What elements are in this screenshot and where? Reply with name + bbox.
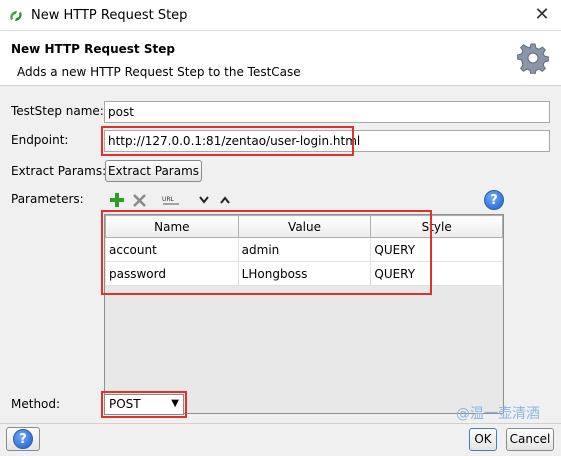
teststep-name-label: TestStep name: [11,104,104,118]
header-title: New HTTP Request Step [11,42,175,56]
close-icon[interactable]: ✕ [533,6,551,24]
move-down-icon[interactable] [195,191,213,209]
add-icon[interactable] [108,191,126,209]
param-name-cell[interactable]: account [105,237,239,262]
chevron-down-icon: ▼ [171,398,179,409]
method-label: Method: [11,397,61,411]
teststep-name-input[interactable]: post [104,101,550,123]
help-button[interactable]: ? [6,427,40,451]
help-icon: ? [13,429,33,449]
footer-divider [0,423,561,424]
dialog-header: New HTTP Request Step Adds a new HTTP Re… [0,31,561,86]
param-value-cell[interactable]: LHongboss [237,261,372,286]
svg-text:URL: URL [162,196,175,203]
parameters-label: Parameters: [11,192,84,206]
method-select[interactable]: POST ▼ [104,394,184,415]
parameters-table: Name Value Style account admin QUERY pas… [104,214,504,414]
method-value: POST [109,397,141,411]
extract-params-label: Extract Params: [11,164,107,178]
ok-button[interactable]: OK [469,428,497,451]
window-title: New HTTP Request Step [31,8,188,23]
param-name-cell[interactable]: password [105,261,239,286]
title-bar: New HTTP Request Step ✕ [0,0,561,31]
extract-params-button[interactable]: Extract Params [105,160,202,182]
move-up-icon[interactable] [216,191,234,209]
remove-icon[interactable] [130,191,148,209]
param-style-cell[interactable]: QUERY [370,237,503,262]
soapui-logo-icon [10,11,22,21]
endpoint-input[interactable]: http://127.0.0.1:81/zentao/user-login.ht… [104,130,550,152]
param-style-cell[interactable]: QUERY [370,261,503,286]
table-row[interactable]: password LHongboss QUERY [105,261,503,286]
url-icon[interactable]: URL [160,191,182,209]
gear-icon [517,43,549,74]
parameters-help-icon[interactable]: ? [484,190,504,210]
column-header-name[interactable]: Name [105,215,239,238]
column-header-value[interactable]: Value [237,215,372,238]
watermark: @温一壶清酒 [456,406,540,422]
table-row[interactable]: account admin QUERY [105,237,503,262]
header-description: Adds a new HTTP Request Step to the Test… [17,65,301,79]
cancel-button[interactable]: Cancel [506,428,554,451]
param-value-cell[interactable]: admin [237,237,372,262]
column-header-style[interactable]: Style [370,215,503,238]
endpoint-label: Endpoint: [11,133,69,147]
